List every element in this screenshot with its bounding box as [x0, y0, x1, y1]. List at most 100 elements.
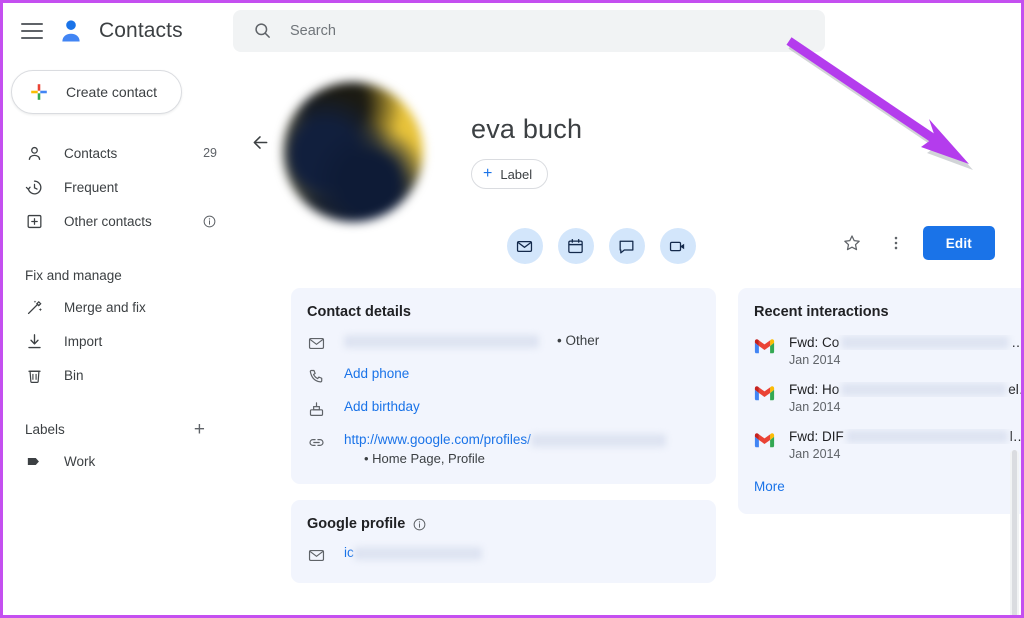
interaction-subject-line: Fwd: Ho el… — [789, 382, 1021, 397]
app-brand: Contacts — [3, 17, 233, 45]
sidebar-item-bin[interactable]: Bin — [3, 358, 233, 392]
contacts-count: 29 — [203, 146, 217, 160]
more-interactions-link[interactable]: More — [754, 479, 785, 494]
sidebar-item-merge-and-fix[interactable]: Merge and fix — [3, 290, 233, 324]
redaction-bar — [841, 383, 1007, 396]
contact-identity: eva buch + Label — [423, 76, 582, 222]
add-birthday-link[interactable]: Add birthday — [344, 399, 420, 414]
search-input[interactable]: Search — [233, 9, 825, 52]
email-action[interactable] — [506, 228, 543, 264]
video-camera-icon — [669, 241, 685, 251]
more-options-button[interactable] — [879, 226, 913, 260]
interaction-body: Fwd: Ho el… Jan 2014 — [789, 382, 1021, 414]
interaction-subject: Fwd: DIF — [789, 429, 844, 444]
star-outline-icon — [843, 235, 860, 251]
left-column: Contact details • Other Add phone Add bi… — [291, 288, 716, 583]
sidebar-item-label: Frequent — [64, 179, 119, 195]
envelope-icon — [516, 240, 533, 252]
email-type: • Other — [557, 333, 600, 348]
interaction-item[interactable]: Fwd: Co … Jan 2014 — [754, 335, 1021, 367]
trash-bin-icon — [28, 370, 41, 383]
interaction-tail: … — [1011, 335, 1021, 350]
contact-photo[interactable] — [283, 82, 423, 222]
interaction-item[interactable]: Fwd: DIF l… Jan 2014 — [754, 429, 1021, 461]
video-action[interactable] — [659, 228, 696, 264]
redaction-bar — [841, 336, 1010, 349]
website-url[interactable]: http://www.google.com/profiles/ — [344, 432, 531, 447]
link-icon — [309, 439, 324, 446]
recent-interactions-title: Recent interactions — [754, 304, 889, 320]
vertical-scrollbar[interactable] — [1010, 450, 1019, 615]
sidebar-item-label: Bin — [64, 367, 84, 383]
download-icon — [28, 333, 41, 348]
website-type: • Home Page, Profile — [364, 451, 485, 466]
contact-action-row: Edit — [835, 226, 995, 260]
sidebar-item-label: Import — [64, 333, 103, 349]
labels-section: Labels + — [3, 414, 233, 444]
gmail-icon — [754, 386, 775, 401]
google-profile-card: Google profile ic — [291, 500, 716, 583]
website-block: http://www.google.com/profiles/ • Home P… — [344, 432, 666, 466]
back-button[interactable] — [241, 76, 279, 222]
redaction-bar — [344, 334, 539, 348]
sidebar-item-import[interactable]: Import — [3, 324, 233, 358]
interaction-item[interactable]: Fwd: Ho el… Jan 2014 — [754, 382, 1021, 414]
right-column: Recent interactions Fwd: Co Jan 2014 Fwd… — [738, 288, 1021, 514]
app-title: Contacts — [99, 18, 183, 42]
contact-hero: eva buch + Label — [241, 58, 1021, 222]
search-icon — [255, 23, 270, 38]
google-profile-email: ic — [344, 545, 482, 560]
google-profile-label: Google profile — [307, 516, 406, 532]
email-value-redacted — [344, 333, 539, 348]
chat-action[interactable] — [608, 228, 645, 264]
interaction-subject: Fwd: Ho — [789, 382, 840, 397]
sidebar-item-label: Work — [64, 453, 96, 469]
recent-interactions-card: Recent interactions Fwd: Co Jan 2014 Fwd… — [738, 288, 1021, 514]
google-profile-email-row[interactable]: ic — [307, 545, 698, 565]
labels-heading: Labels — [25, 421, 65, 437]
star-button[interactable] — [835, 226, 869, 260]
contact-name: eva buch — [471, 114, 583, 144]
sidebar-item-frequent[interactable]: Frequent — [3, 170, 233, 204]
calendar-action[interactable] — [557, 228, 594, 264]
info-icon[interactable] — [412, 517, 427, 532]
website-row[interactable]: http://www.google.com/profiles/ • Home P… — [307, 432, 698, 466]
envelope-icon — [308, 549, 325, 562]
contact-details-card: Contact details • Other Add phone Add bi… — [291, 288, 716, 484]
envelope-icon — [308, 337, 325, 350]
kebab-menu-icon — [894, 236, 897, 250]
phone-icon — [309, 369, 323, 383]
chat-bubble-icon — [619, 240, 634, 253]
interaction-subject: Fwd: Co — [789, 335, 840, 350]
add-birthday-row[interactable]: Add birthday — [307, 399, 698, 419]
info-icon[interactable] — [202, 214, 217, 229]
google-profile-title: Google profile — [307, 516, 698, 532]
sidebar-item-label: Other contacts — [64, 213, 152, 229]
create-contact-button[interactable]: Create contact — [11, 70, 183, 114]
sidebar-item-contacts[interactable]: Contacts 29 — [3, 136, 233, 170]
website-line: http://www.google.com/profiles/ — [344, 432, 666, 447]
add-label-button[interactable]: + Label — [471, 159, 549, 189]
interaction-date: Jan 2014 — [789, 447, 841, 461]
interaction-tail: el… — [1008, 382, 1021, 397]
sidebar-item-label: Merge and fix — [64, 299, 146, 315]
gmail-icon — [754, 433, 775, 448]
interaction-body: Fwd: DIF l… Jan 2014 — [789, 429, 1021, 461]
edit-button[interactable]: Edit — [922, 226, 995, 260]
add-phone-link[interactable]: Add phone — [344, 366, 409, 381]
add-phone-row[interactable]: Add phone — [307, 366, 698, 386]
redaction-bar — [530, 433, 666, 447]
create-contact-label: Create contact — [66, 84, 158, 100]
top-bar: Contacts Search — [3, 3, 1021, 58]
redaction-bar — [353, 546, 482, 560]
sidebar-item-work-label[interactable]: Work — [3, 444, 233, 478]
google-profile-email-prefix: ic — [344, 545, 354, 560]
email-row[interactable]: • Other — [307, 333, 698, 353]
box-plus-icon — [27, 214, 42, 228]
sidebar-item-other-contacts[interactable]: Other contacts — [3, 204, 233, 238]
label-tag-icon — [27, 457, 39, 465]
gmail-icon — [754, 339, 775, 354]
create-label-icon[interactable]: + — [194, 420, 205, 439]
hamburger-menu-icon[interactable] — [21, 22, 43, 39]
search-area: Search — [233, 9, 1021, 52]
